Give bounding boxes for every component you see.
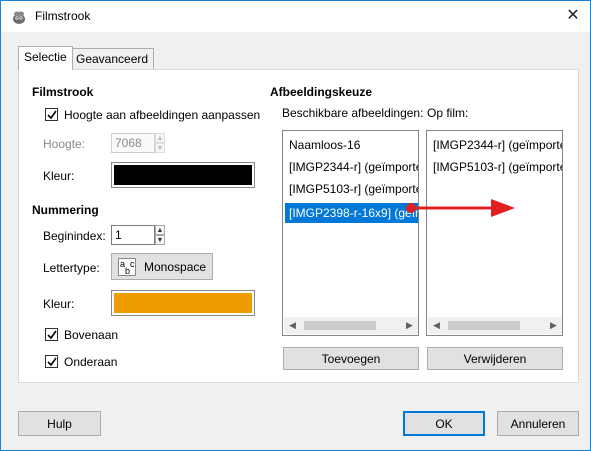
font-value: Monospace [144,260,207,274]
list-item-selected[interactable]: [IMGP2398-r-16x9] (geïmporteerd) [285,203,418,223]
close-button[interactable]: ✕ [556,1,590,32]
window-title: Filmstrook [35,9,91,23]
height-input[interactable]: 7068 [111,133,155,153]
horizontal-scrollbar[interactable]: ◀ ▶ [284,317,418,334]
gimp-icon [13,11,25,24]
list-item[interactable]: [IMGP2344-r] (geïmporteerd) [429,135,562,155]
available-images-list[interactable]: Naamloos-16 [IMGP2344-r] (geïmporteerd) … [282,130,419,336]
scroll-right-icon[interactable]: ▶ [545,317,562,334]
font-label: Lettertype: [43,261,100,275]
help-button-label: Hulp [47,417,72,431]
numbering-color-button[interactable] [111,290,255,316]
filmstrip-color-fill [114,165,252,185]
on-film-list[interactable]: [IMGP2344-r] (geïmporteerd) [IMGP5103-r]… [426,130,563,336]
top-checkbox[interactable] [45,328,58,341]
title-bar: Filmstrook ✕ [1,1,590,32]
numbering-color-label: Kleur: [43,297,75,311]
list-item[interactable]: [IMGP5103-r] (geïmporteerd) [429,157,562,177]
stepper-up-icon: ▲ [155,225,165,235]
fit-height-checkbox[interactable] [45,108,58,121]
checkmark-icon [47,110,57,120]
image-choice-title: Afbeeldingskeuze [270,85,373,99]
checkmark-icon [47,330,57,340]
on-film-label: Op film: [427,106,469,120]
stepper-up-icon: ▲ [155,133,165,143]
start-index-label: Beginindex: [43,229,106,243]
remove-button-label: Verwijderen [463,352,527,366]
horizontal-scrollbar[interactable]: ◀ ▶ [428,317,562,334]
dialog-window: Filmstrook ✕ Selectie Geavanceerd Filmst… [0,0,591,451]
ok-button-label: OK [435,417,453,431]
checkmark-icon [47,357,57,367]
annotation-arrow-icon [406,199,515,217]
fit-height-label: Hoogte aan afbeeldingen aanpassen [64,108,261,122]
top-label: Bovenaan [64,328,119,342]
cancel-button[interactable]: Annuleren [497,411,579,436]
list-item[interactable]: [IMGP5103-r] (geïmporteerd) [285,179,418,199]
bottom-label: Onderaan [64,355,118,369]
tab-label: Selectie [24,50,67,64]
scroll-left-icon[interactable]: ◀ [428,317,445,334]
filmstrip-color-label: Kleur: [43,169,75,183]
add-button-label: Toevoegen [321,352,381,366]
scroll-thumb[interactable] [304,321,376,330]
add-button[interactable]: Toevoegen [283,347,419,370]
stepper-down-icon: ▼ [155,143,165,153]
scroll-thumb[interactable] [448,321,520,330]
available-images-label: Beschikbare afbeeldingen: [282,106,424,120]
remove-button[interactable]: Verwijderen [427,347,563,370]
help-button[interactable]: Hulp [18,411,101,436]
cancel-button-label: Annuleren [510,417,566,431]
list-item[interactable]: [IMGP2344-r] (geïmporteerd) [285,157,418,177]
filmstrip-section-title: Filmstrook [32,85,94,99]
stepper-down-icon: ▼ [155,235,165,245]
filmstrip-color-button[interactable] [111,162,255,188]
ok-button[interactable]: OK [403,411,485,436]
list-item[interactable]: Naamloos-16 [285,135,364,155]
font-icon: abc [118,258,136,276]
font-button[interactable]: abc Monospace [111,253,213,280]
numbering-color-fill [114,293,252,313]
scroll-right-icon[interactable]: ▶ [401,317,418,334]
height-label: Hoogte: [43,137,86,151]
start-index-stepper[interactable]: ▲ ▼ [155,225,165,245]
bottom-checkbox[interactable] [45,355,58,368]
height-stepper[interactable]: ▲ ▼ [155,133,165,153]
tab-selectie[interactable]: Selectie [18,46,73,70]
scroll-left-icon[interactable]: ◀ [284,317,301,334]
tab-label: Geavanceerd [76,52,149,66]
start-index-input[interactable]: 1 [111,225,155,245]
close-icon: ✕ [566,7,580,24]
tab-geavanceerd[interactable]: Geavanceerd [70,48,155,70]
numbering-section-title: Nummering [32,203,99,217]
